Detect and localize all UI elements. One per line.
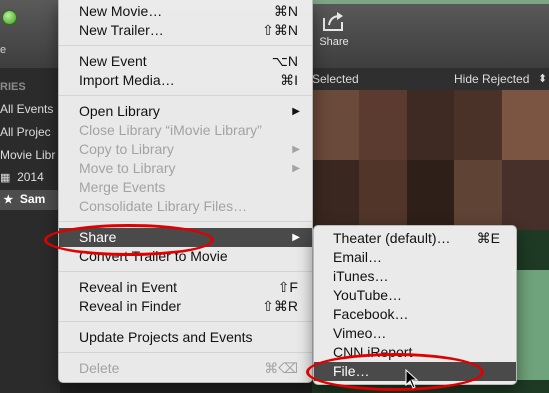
star-icon: ★: [3, 194, 14, 206]
menu-item-label: New Event: [79, 53, 147, 69]
menu-item-import-media[interactable]: Import Media… ⌘I: [59, 71, 312, 90]
submenu-item-shortcut: ⌘E: [476, 230, 500, 246]
annotation-circle-file: [306, 353, 484, 391]
hide-rejected-dropdown[interactable]: Hide Rejected: [454, 72, 529, 86]
calendar-icon: ▦: [0, 172, 11, 184]
clip-thumbnail[interactable]: [359, 160, 407, 230]
submenu-item-itunes[interactable]: iTunes…: [314, 267, 516, 286]
clip-thumbnail[interactable]: [454, 90, 502, 160]
menu-separator: [59, 352, 312, 353]
sidebar-item-all-events[interactable]: All Events: [0, 102, 53, 116]
timeline-strip: [312, 0, 549, 4]
sidebar-header: RIES: [0, 81, 26, 93]
menu-item-shortcut: ⌘⌫: [264, 360, 298, 376]
submenu-item-label: Vimeo…: [333, 325, 387, 341]
menu-item-reveal-in-finder[interactable]: Reveal in Finder ⇧⌘R: [59, 297, 312, 316]
menu-separator: [59, 321, 312, 322]
submenu-item-youtube[interactable]: YouTube…: [314, 286, 516, 305]
sidebar-item-sample[interactable]: ★ Sam: [0, 190, 60, 210]
sidebar-item-2014-label: 2014: [17, 170, 44, 184]
menu-item-copy-to-library: Copy to Library ▶: [59, 140, 312, 159]
library-sidebar: RIES All Events All Projec Movie Libr ▦ …: [0, 68, 60, 393]
menu-item-label: Reveal in Event: [79, 279, 178, 295]
clip-thumbnail[interactable]: [406, 160, 455, 230]
menu-item-shortcut: ⇧F: [277, 279, 298, 295]
menu-item-label: New Movie…: [79, 3, 163, 19]
clip-thumbnail[interactable]: [359, 90, 407, 160]
menu-item-label: Consolidate Library Files…: [79, 198, 248, 214]
submenu-item-label: YouTube…: [333, 287, 403, 303]
event-browser-thumbnails[interactable]: [312, 90, 549, 230]
sidebar-item-all-projects[interactable]: All Projec: [0, 125, 51, 139]
annotation-circle-share: [44, 224, 214, 256]
menu-item-delete: Delete ⌘⌫: [59, 359, 312, 378]
submenu-arrow-icon: ▶: [292, 106, 300, 117]
submenu-item-vimeo[interactable]: Vimeo…: [314, 324, 516, 343]
clip-thumbnail[interactable]: [312, 160, 360, 230]
window-zoom-button[interactable]: [2, 10, 17, 25]
menu-item-move-to-library: Move to Library ▶: [59, 159, 312, 178]
menu-item-new-event[interactable]: New Event ⌥N: [59, 52, 312, 71]
menu-item-label: Open Library: [79, 103, 160, 119]
menu-item-shortcut: ⇧⌘N: [262, 22, 298, 38]
file-menu: New Movie… ⌘N New Trailer… ⇧⌘N New Event…: [58, 0, 313, 383]
menu-item-label: Reveal in Finder: [79, 298, 181, 314]
sidebar-item-sample-label: Sam: [19, 192, 46, 206]
menu-item-update-projects[interactable]: Update Projects and Events: [59, 328, 312, 347]
menu-item-shortcut: ⌘N: [273, 3, 298, 19]
submenu-arrow-icon: ▶: [292, 163, 300, 174]
menu-item-close-library: Close Library “iMovie Library”: [59, 121, 312, 140]
submenu-item-label: Email…: [333, 249, 383, 265]
menu-item-shortcut: ⌥N: [271, 53, 298, 69]
share-toolbar-button[interactable]: Share: [312, 10, 356, 48]
submenu-arrow-icon: ▶: [292, 144, 300, 155]
menu-item-label: Copy to Library: [79, 141, 174, 157]
clip-thumbnail[interactable]: [406, 90, 455, 160]
submenu-item-label: iTunes…: [333, 268, 389, 284]
menu-item-label: Delete: [79, 360, 120, 376]
share-icon: [323, 12, 343, 31]
filter-selected-label: Selected: [312, 72, 359, 86]
menu-item-label: Move to Library: [79, 160, 176, 176]
share-toolbar-label: Share: [319, 36, 349, 48]
clip-thumbnail[interactable]: [312, 90, 360, 160]
menu-item-label: Update Projects and Events: [79, 329, 253, 345]
menu-item-consolidate: Consolidate Library Files…: [59, 197, 312, 216]
submenu-item-label: Facebook…: [333, 306, 409, 322]
menu-item-reveal-in-event[interactable]: Reveal in Event ⇧F: [59, 278, 312, 297]
menu-item-shortcut: ⌘I: [280, 72, 298, 88]
menu-item-merge-events: Merge Events: [59, 178, 312, 197]
menu-item-new-movie[interactable]: New Movie… ⌘N: [59, 2, 312, 21]
audio-waveform: [512, 270, 549, 380]
menu-separator: [59, 45, 312, 46]
menu-item-label: Import Media…: [79, 72, 175, 88]
toolbar-ghost-label: e: [0, 44, 7, 56]
chevron-updown-icon[interactable]: ⬍: [538, 72, 547, 85]
menu-item-label: New Trailer…: [79, 22, 164, 38]
clip-thumbnail[interactable]: [501, 160, 549, 230]
submenu-item-facebook[interactable]: Facebook…: [314, 305, 516, 324]
submenu-item-email[interactable]: Email…: [314, 248, 516, 267]
submenu-item-theater[interactable]: Theater (default)… ⌘E: [314, 229, 516, 248]
menu-item-label: Merge Events: [79, 179, 166, 195]
mouse-cursor-icon: [405, 369, 419, 389]
submenu-item-label: Theater (default)…: [333, 230, 451, 246]
menu-item-open-library[interactable]: Open Library ▶: [59, 102, 312, 121]
sidebar-item-imovie-library[interactable]: Movie Libr: [0, 148, 55, 162]
sidebar-item-2014[interactable]: ▦ 2014: [0, 170, 44, 184]
menu-item-new-trailer[interactable]: New Trailer… ⇧⌘N: [59, 21, 312, 40]
clip-thumbnail[interactable]: [454, 160, 502, 230]
menu-item-shortcut: ⇧⌘R: [262, 298, 298, 314]
submenu-arrow-icon: ▶: [292, 232, 300, 243]
menu-separator: [59, 95, 312, 96]
menu-separator: [59, 221, 312, 222]
clip-thumbnail[interactable]: [501, 90, 549, 160]
menu-separator: [59, 271, 312, 272]
menu-item-label: Close Library “iMovie Library”: [79, 122, 262, 138]
